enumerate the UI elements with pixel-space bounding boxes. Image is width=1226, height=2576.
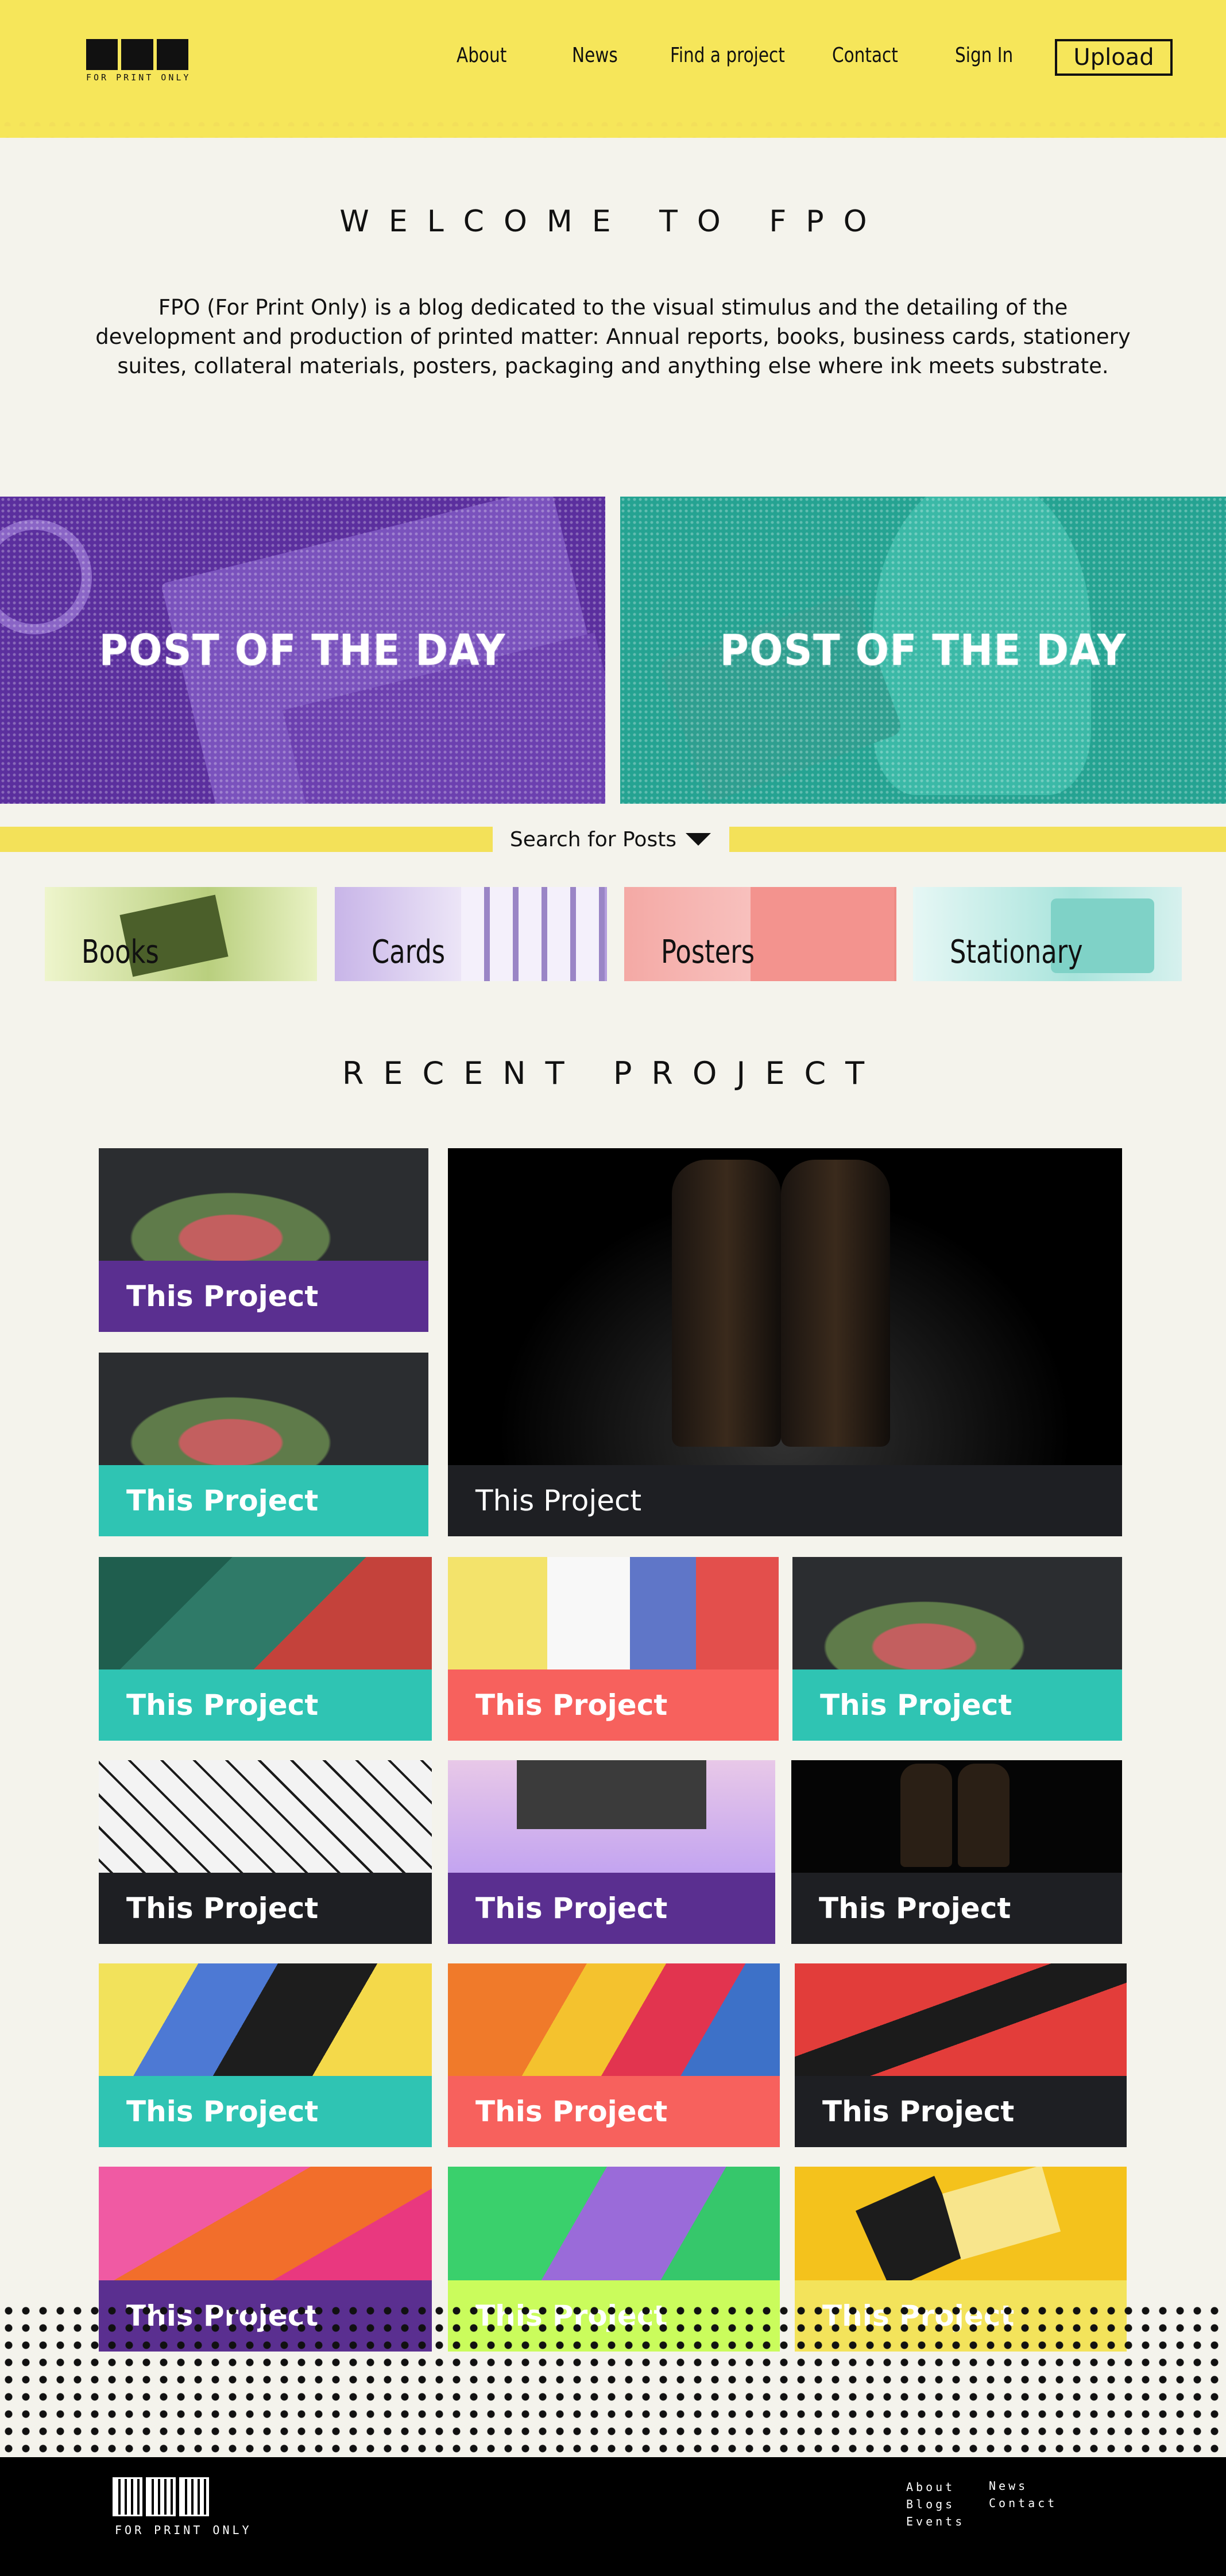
bottle-shape xyxy=(781,1160,890,1447)
footer-fpo-logo[interactable] xyxy=(113,2477,209,2516)
featured-project-card[interactable]: This Project xyxy=(448,1148,1122,1536)
upload-button[interactable]: Upload xyxy=(1055,39,1173,76)
post-of-the-day-title: POST OF THE DAY xyxy=(720,625,1127,675)
project-image xyxy=(99,2167,432,2280)
project-image xyxy=(792,1557,1122,1669)
footer-logo-tagline: FOR PRINT ONLY xyxy=(115,2523,252,2537)
project-title: This Project xyxy=(448,1465,1122,1536)
project-title: This Project xyxy=(99,1669,432,1741)
project-image xyxy=(448,1963,780,2076)
nav-find-a-project[interactable]: Find a project xyxy=(670,44,785,67)
project-image xyxy=(99,1148,428,1261)
footer-link-news[interactable]: News xyxy=(989,2479,1028,2493)
welcome-description: FPO (For Print Only) is a blog dedicated… xyxy=(95,295,1131,378)
post-of-the-day-right[interactable]: POST OF THE DAY xyxy=(620,497,1226,804)
category-label: Posters xyxy=(661,933,755,971)
project-card[interactable]: This Project xyxy=(795,1963,1127,2147)
site-footer xyxy=(0,2457,1226,2576)
post-of-the-day-left[interactable]: POST OF THE DAY xyxy=(0,497,605,804)
header-wave-edge xyxy=(0,126,1226,138)
project-card[interactable]: This Project xyxy=(791,1760,1122,1944)
recent-project-title: RECENT PROJECT xyxy=(342,1055,884,1091)
project-card[interactable]: This Project xyxy=(448,1760,775,1944)
project-card[interactable]: This Project xyxy=(99,1963,432,2147)
project-title: This Project xyxy=(448,1669,779,1741)
project-image xyxy=(99,1353,428,1465)
card-shape xyxy=(517,1760,706,1829)
project-title: This Project xyxy=(448,1873,775,1944)
project-title: This Project xyxy=(795,2076,1127,2147)
project-image xyxy=(448,1557,779,1669)
project-card[interactable]: This Project xyxy=(792,1557,1122,1741)
category-stationary[interactable]: Stationary xyxy=(913,887,1182,981)
project-title: This Project xyxy=(99,1465,428,1536)
footer-link-events[interactable]: Events xyxy=(906,2515,965,2528)
footer-link-blogs[interactable]: Blogs xyxy=(906,2497,955,2511)
search-strip-right xyxy=(729,827,1226,852)
project-title: This Project xyxy=(99,2076,432,2147)
footer-link-contact[interactable]: Contact xyxy=(989,2496,1057,2510)
bottle-shape xyxy=(672,1160,781,1447)
nav-sign-in[interactable]: Sign In xyxy=(955,44,1013,67)
project-image xyxy=(99,1760,432,1873)
project-card[interactable]: This Project xyxy=(448,1557,779,1741)
footer-link-about[interactable]: About xyxy=(906,2480,955,2494)
project-title: This Project xyxy=(792,1669,1122,1741)
project-image xyxy=(791,1760,1122,1873)
nav-about[interactable]: About xyxy=(457,44,506,67)
project-title: This Project xyxy=(99,1261,428,1332)
category-label: Books xyxy=(82,933,159,971)
posters-shape xyxy=(751,887,894,981)
category-posters[interactable]: Posters xyxy=(624,887,896,981)
logo-tagline: FOR PRINT ONLY xyxy=(86,72,191,83)
welcome-title: WELCOME TO FPO xyxy=(339,204,887,239)
category-cards[interactable]: Cards xyxy=(335,887,607,981)
search-strip-left xyxy=(0,827,493,852)
bottle-shape xyxy=(900,1764,952,1867)
search-posts-dropdown[interactable]: Search for Posts xyxy=(493,822,728,857)
project-image xyxy=(99,1963,432,2076)
search-posts-label: Search for Posts xyxy=(509,827,677,851)
project-image xyxy=(448,2167,780,2280)
cards-shape xyxy=(461,887,605,981)
chevron-down-icon xyxy=(686,833,711,846)
fpo-logo[interactable] xyxy=(86,39,188,70)
project-title: This Project xyxy=(791,1873,1122,1944)
category-label: Stationary xyxy=(950,933,1083,971)
project-card[interactable]: This Project xyxy=(99,1557,432,1741)
project-title: This Project xyxy=(448,2076,780,2147)
category-label: Cards xyxy=(372,933,446,971)
project-card[interactable]: This Project xyxy=(448,1963,780,2147)
project-image xyxy=(795,1963,1127,2076)
nav-contact[interactable]: Contact xyxy=(832,44,898,67)
nav-news[interactable]: News xyxy=(572,44,618,67)
project-image xyxy=(99,1557,432,1669)
footer-dot-pattern xyxy=(0,2302,1226,2474)
post-of-the-day-title: POST OF THE DAY xyxy=(99,625,506,675)
project-card[interactable]: This Project xyxy=(99,1148,428,1332)
project-title: This Project xyxy=(99,1873,432,1944)
project-card[interactable]: This Project xyxy=(99,1353,428,1536)
project-card[interactable]: This Project xyxy=(99,1760,432,1944)
bottle-shape xyxy=(958,1764,1010,1867)
category-books[interactable]: Books xyxy=(45,887,317,981)
